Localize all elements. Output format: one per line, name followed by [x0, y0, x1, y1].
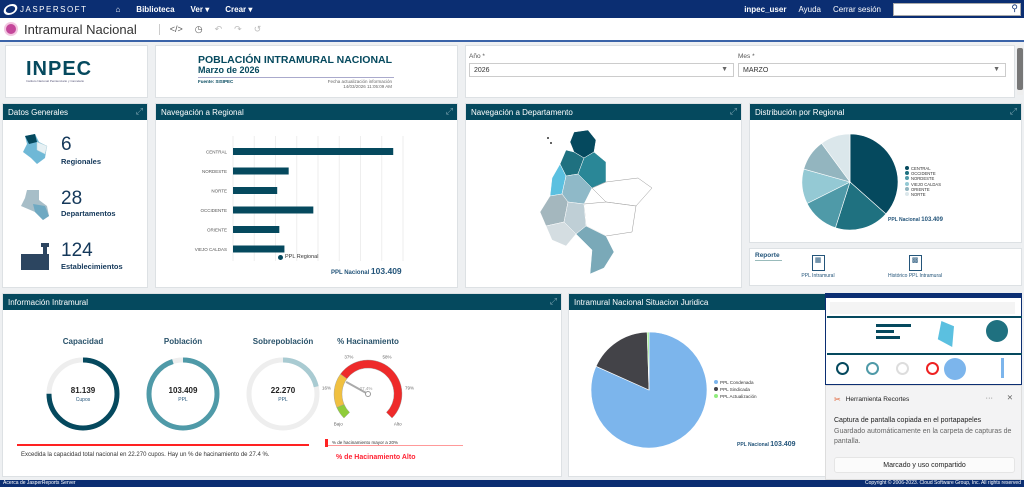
gauge-tick-label: 58% — [383, 355, 392, 360]
close-icon[interactable]: ✕ — [1007, 393, 1013, 402]
y-tick-label: ORIENTE — [207, 228, 227, 233]
logout-link[interactable]: Cerrar sesión — [833, 5, 881, 14]
chart-legend[interactable]: PPL Regional — [278, 254, 318, 260]
footer: Acerca de JasperReports Server Copyright … — [0, 480, 1024, 487]
month-select[interactable]: MARZO ▼ — [738, 63, 1006, 77]
nav-biblioteca[interactable]: Biblioteca — [136, 5, 174, 14]
ring-title: Capacidad — [62, 337, 104, 346]
bar-viejo-caldas — [233, 245, 285, 253]
ring-unit: PPL — [178, 397, 188, 403]
bar-central — [233, 148, 394, 155]
y-tick-label: VIEJO CALDAS — [195, 247, 227, 252]
filter-panel: Año * 2026 ▼ Mes * MARZO ▼ — [465, 45, 1015, 98]
chart-legend: PPL Condenada PPL Sindicada PPL Actualizac… — [714, 379, 757, 400]
logo-panel: INPEC Instituto Nacional Penitenciario y… — [5, 45, 148, 98]
share-button[interactable]: Marcado y uso compartido — [834, 457, 1015, 473]
code-icon[interactable]: </> — [170, 24, 183, 35]
navegacion-departamento-panel: Navegación a Departamento ⤢ — [465, 103, 742, 288]
gauge-value-label: 27,4% — [360, 386, 373, 391]
screenshot-thumbnail[interactable] — [825, 293, 1022, 385]
navegacion-regional-panel: Navegación a Regional⤢ 05.00010.00015.00… — [155, 103, 458, 288]
gauge-tick-label: 16% — [322, 385, 331, 390]
report-subtitle: Marzo de 2026 — [198, 65, 260, 75]
more-options-icon[interactable]: ··· — [986, 393, 994, 402]
top-nav-bar: JASPERSOFT ⌂ Biblioteca Ver ▾ Crear ▾ in… — [0, 0, 1024, 18]
y-tick-label: NORTE — [211, 189, 227, 194]
colombia-departments-icon — [21, 190, 49, 220]
ring-unit: PPL — [278, 397, 288, 403]
jaspersoft-logo[interactable]: JASPERSOFT — [1, 3, 87, 15]
gauge-tick-label: Bajo — [334, 422, 344, 427]
bar-oriente — [233, 226, 280, 233]
y-tick-label: NORDESTE — [202, 169, 227, 174]
y-tick-label: CENTRAL — [206, 150, 228, 155]
hacinamiento-gauge: Bajo 16% 37% 58% 79% Alto 27,4% — [322, 355, 414, 427]
expand-icon[interactable]: ⤢ — [446, 106, 453, 117]
distribucion-regional-panel: Distribución por Regional ⤢ CENTRAL OCCIDE… — [749, 103, 1022, 243]
bar-norte — [233, 187, 278, 194]
nav-crear[interactable]: Crear ▾ — [225, 5, 252, 14]
reporte-panel: Reporte ▦ PPL Intramural ▩ Histórico PPL I… — [749, 248, 1022, 286]
bar-nordeste — [233, 167, 289, 175]
report-link-historico[interactable]: ▩ Histórico PPL Intramural — [880, 255, 950, 279]
inpec-logo: INPEC — [26, 58, 93, 80]
ring-title: Población — [163, 337, 203, 346]
gauge-tick-label: Alto — [394, 422, 402, 427]
ring-value: 81.139 — [70, 386, 96, 395]
juridica-pie-chart — [590, 331, 708, 449]
about-link[interactable]: Acerca de JasperReports Server — [3, 480, 76, 486]
gauge-tick-label: 37% — [344, 355, 353, 360]
ring-value: 22.270 — [270, 386, 296, 395]
expand-icon[interactable]: ⤢ — [730, 106, 737, 117]
reset-icon[interactable]: ↺ — [254, 24, 262, 35]
capacity-message: Excedida la capacidad total nacional en … — [21, 452, 270, 458]
help-link[interactable]: Ayuda — [798, 5, 821, 14]
gauge-band-medium — [333, 373, 348, 408]
ring-title: Sobrepoblación — [252, 337, 314, 346]
dashboard-icon — [4, 22, 18, 36]
legend-item[interactable]: PPL Sindicada — [714, 386, 757, 393]
undo-icon[interactable]: ↶ — [215, 24, 223, 35]
legend-hacinamiento: % de hacinamiento mayor a 20% — [325, 439, 463, 447]
expand-icon[interactable]: ⤢ — [136, 106, 143, 117]
colombia-map[interactable] — [466, 122, 743, 287]
year-select[interactable]: 2026 ▼ — [469, 63, 734, 77]
prison-icon — [21, 243, 49, 270]
header-panel: POBLACIÓN INTRAMURAL NACIONAL Marzo de 2… — [155, 45, 458, 98]
expand-icon[interactable]: ⤢ — [550, 296, 557, 307]
hacinamiento-status: % de Hacinamiento Alto — [336, 454, 416, 461]
search-icon[interactable]: ⚲ — [1011, 3, 1018, 14]
chart-document-icon: ▩ — [908, 255, 922, 271]
dashboard-titlebar: Intramural Nacional </> ◷ ↶ ↷ ↺ — [0, 18, 1024, 42]
redo-icon[interactable]: ↷ — [234, 24, 242, 35]
nav-ver[interactable]: Ver ▾ — [191, 5, 210, 14]
y-tick-label: OCCIDENTE — [200, 208, 227, 213]
snipping-tool-notification[interactable]: ✂ Herramienta Recortes ··· ✕ Captura de p… — [825, 385, 1022, 480]
legend-item[interactable]: PPL Actualización — [714, 393, 757, 400]
regional-bar-chart: 05.00010.00015.00020.00025.00030.00035.0… — [195, 136, 404, 261]
search-input[interactable]: ⚲ — [893, 2, 1021, 16]
page-title: Intramural Nacional — [24, 21, 137, 37]
gauge-tick-label: 79% — [405, 385, 414, 390]
chevron-down-icon: ▼ — [721, 66, 728, 73]
legend-item[interactable]: NORTE — [905, 192, 941, 197]
clock-icon[interactable]: ◷ — [195, 24, 203, 35]
chevron-down-icon: ▼ — [993, 66, 1000, 73]
datos-generales-panel: Datos Generales ⤢ 6 Regionales 28 Departa… — [2, 103, 148, 288]
document-icon: ▦ — [811, 255, 825, 271]
home-icon[interactable]: ⌂ — [115, 5, 120, 14]
ring-unit: Cupos — [75, 397, 91, 403]
gauge-pivot — [365, 391, 371, 397]
legend-item[interactable]: PPL Condenada — [714, 379, 757, 386]
bar-occidente — [233, 206, 314, 214]
informacion-intramural-panel: Información Intramural ⤢ Capacidad 81.139 C… — [2, 293, 562, 477]
report-link-ppl-intramural[interactable]: ▦ PPL Intramural — [798, 255, 838, 279]
colombia-regions-icon — [23, 134, 48, 164]
scrollbar[interactable] — [1017, 45, 1023, 95]
ring-value: 103.409 — [168, 386, 198, 395]
snipping-tool-icon: ✂ — [834, 395, 841, 404]
user-name[interactable]: inpec_user — [744, 5, 786, 14]
chart-legend: CENTRAL OCCIDENTE NORDESTE VIEJO CALDAS ORIE… — [905, 166, 941, 197]
expand-icon[interactable]: ⤢ — [1010, 106, 1017, 117]
